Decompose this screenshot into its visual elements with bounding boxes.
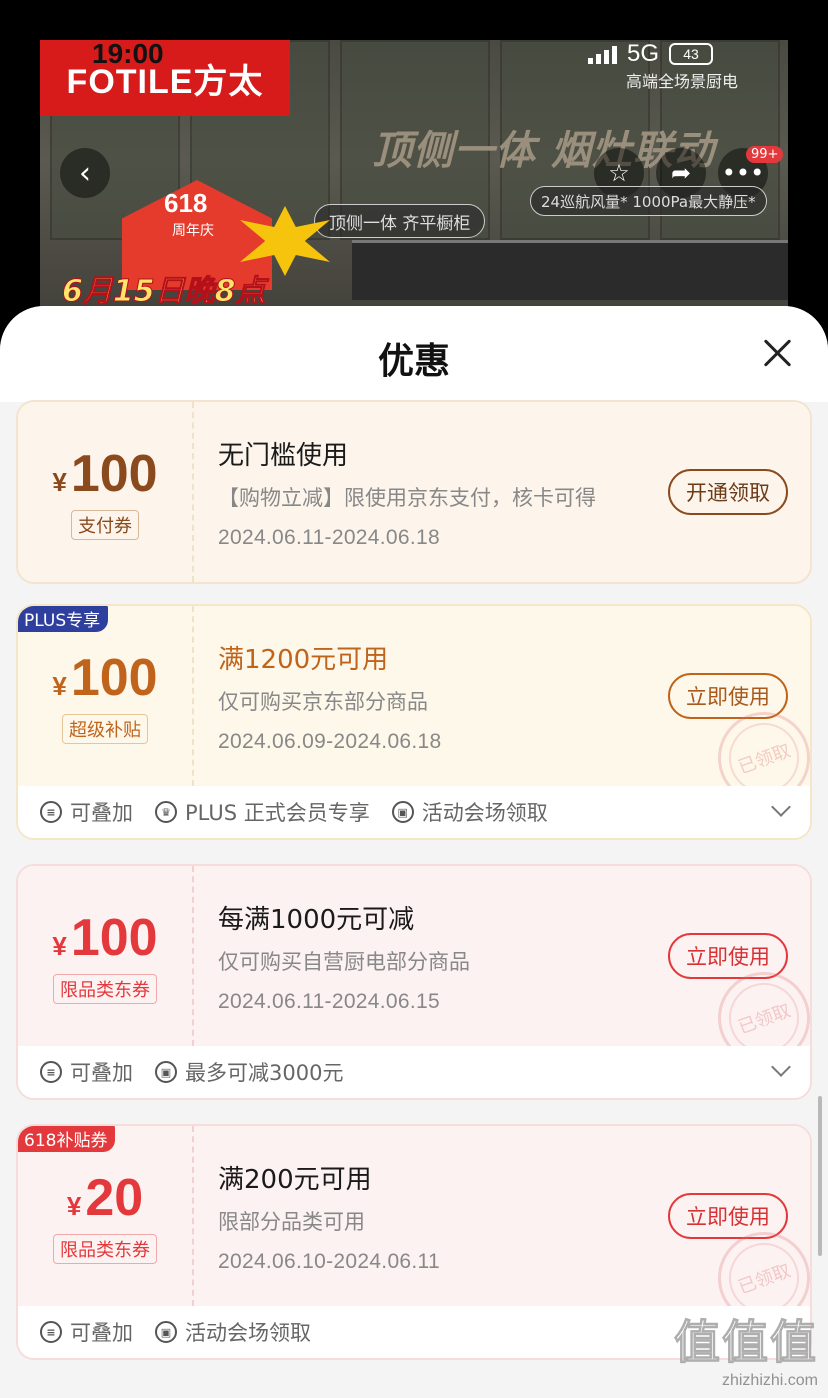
currency-symbol: ¥ <box>52 671 67 701</box>
coupon-footer[interactable]: ≡ 可叠加 ♛ PLUS 正式会员专享 ▣ 活动会场领取 <box>18 786 810 838</box>
product-hero: FOTILE方太 19:00 5G 43 高端全场景厨电 顶侧一体 烟灶联动 ‹… <box>0 0 828 340</box>
watermark-url: zhizhizhi.com <box>721 1372 818 1389</box>
chevron-down-icon[interactable] <box>771 797 791 817</box>
footer-stackable: ≡ 可叠加 <box>40 1057 133 1087</box>
currency-symbol: ¥ <box>52 467 67 497</box>
coupon-condition: 满200元可用 <box>218 1164 372 1195</box>
coupon-type-tag: 限品类东券 <box>53 1234 157 1264</box>
sheet-header: 优惠 <box>0 306 828 402</box>
chevron-down-icon[interactable] <box>771 1057 791 1077</box>
coupon-card: ¥ 100 超级补贴 满1200元可用 仅可购买京东部分商品 2024.06.0… <box>16 604 812 840</box>
open-claim-button[interactable]: 开通领取 <box>668 469 788 515</box>
ticket-icon: ▣ <box>155 1321 177 1343</box>
coupon-condition: 无门槛使用 <box>218 440 349 471</box>
promo-618-label: 618 <box>164 188 208 218</box>
stack-icon: ≡ <box>40 801 62 823</box>
currency-symbol: ¥ <box>66 1191 82 1221</box>
coupon-info: 满1200元可用 仅可购买京东部分商品 2024.06.09-2024.06.1… <box>218 606 658 786</box>
footer-text: 活动会场领取 <box>421 801 548 825</box>
footer-stackable: ≡ 可叠加 <box>40 1317 133 1347</box>
battery-icon: 43 <box>669 43 714 65</box>
plus-exclusive-badge: PLUS专享 <box>18 606 109 632</box>
footer-text: PLUS 正式会员专享 <box>185 801 370 825</box>
coupon-type-tag: 支付券 <box>71 510 139 540</box>
footer-plus-member: ♛ PLUS 正式会员专享 <box>155 797 370 827</box>
site-watermark: 值值值 zhizhizhi.com <box>674 1306 819 1390</box>
coupon-amount-area: ¥ 100 支付券 <box>18 402 194 582</box>
star-icon: ☆ <box>608 159 630 187</box>
share-icon: ➦ <box>670 159 692 187</box>
coupon-type-tag: 限品类东券 <box>53 974 157 1004</box>
footer-text: 可叠加 <box>70 1321 133 1345</box>
coupon-amount: ¥ 100 <box>52 648 157 708</box>
brand-tagline: 高端全场景厨电 <box>626 72 739 91</box>
coupon-info: 满200元可用 限部分品类可用 2024.06.10-2024.06.11 <box>218 1126 658 1306</box>
currency-symbol: ¥ <box>52 931 67 961</box>
status-time: 19:00 <box>92 38 164 69</box>
coupon-condition: 每满1000元可减 <box>218 904 415 935</box>
watermark-logo: 值值值 <box>674 1315 818 1370</box>
footer-venue: ▣ 活动会场领取 <box>155 1317 311 1347</box>
status-indicators: 5G 43 <box>588 40 714 68</box>
ticket-icon: ▣ <box>155 1061 177 1083</box>
footer-text: 最多可减3000元 <box>185 1061 344 1085</box>
network-type: 5G <box>627 40 660 67</box>
coupon-description: 限部分品类可用 <box>218 1209 365 1234</box>
coupon-card: ¥ 100 支付券 无门槛使用 【购物立减】限使用京东支付，核卡可得 2024.… <box>16 400 812 584</box>
coupon-amount: ¥ 20 <box>67 1168 143 1228</box>
coupon-info: 无门槛使用 【购物立减】限使用京东支付，核卡可得 2024.06.11-2024… <box>218 402 658 582</box>
brand-logo: FOTILE方太 <box>40 40 290 116</box>
coupon-validity: 2024.06.11-2024.06.18 <box>218 525 440 549</box>
coupon-type-tag: 超级补贴 <box>62 714 148 744</box>
promo-618-banner: 618 周年庆 6月15日晚8点 <box>40 180 330 320</box>
footer-venue: ▣ 活动会场领取 <box>391 797 548 827</box>
promo-date: 6月15日晚8点 <box>62 274 266 310</box>
footer-text: 可叠加 <box>70 1061 133 1085</box>
footer-text: 可叠加 <box>70 801 133 825</box>
coupon-body: ¥ 20 限品类东券 满200元可用 限部分品类可用 2024.06.10-20… <box>18 1126 810 1337</box>
coupon-condition: 满1200元可用 <box>218 644 389 675</box>
notification-badge: 99+ <box>746 146 784 163</box>
sheet-title: 优惠 <box>377 341 450 382</box>
scrollbar[interactable] <box>818 1096 822 1256</box>
more-icon: ••• <box>721 159 765 187</box>
coupon-footer[interactable]: ≡ 可叠加 ▣ 最多可减3000元 <box>18 1046 810 1098</box>
footer-text: 活动会场领取 <box>185 1321 311 1345</box>
coupon-amount-area: ¥ 20 限品类东券 <box>18 1126 194 1306</box>
coupon-validity: 2024.06.10-2024.06.11 <box>218 1249 440 1273</box>
coupon-description: 仅可购买自营厨电部分商品 <box>218 949 470 974</box>
coupon-validity: 2024.06.11-2024.06.15 <box>218 989 440 1013</box>
footer-max-discount: ▣ 最多可减3000元 <box>155 1057 343 1087</box>
footer-stackable: ≡ 可叠加 <box>40 797 133 827</box>
close-button[interactable] <box>762 338 792 368</box>
coupon-amount-area: ¥ 100 限品类东券 <box>18 866 194 1046</box>
ticket-icon: ▣ <box>391 801 414 823</box>
coupon-description: 【购物立减】限使用京东支付，核卡可得 <box>218 485 596 510</box>
subsidy-618-badge: 618补贴券 <box>18 1126 116 1152</box>
amount-value: 100 <box>70 649 158 707</box>
discount-sheet: 优惠 ¥ 100 支付券 无门槛使用 【购物立减】限使用京东支付，核卡可得 20… <box>0 306 828 1398</box>
coupon-body: ¥ 100 支付券 无门槛使用 【购物立减】限使用京东支付，核卡可得 2024.… <box>18 402 810 582</box>
amount-value: 20 <box>85 1169 144 1227</box>
signal-icon <box>588 44 617 64</box>
coupon-amount: ¥ 100 <box>52 444 157 504</box>
amount-value: 100 <box>70 445 158 503</box>
crown-icon: ♛ <box>155 801 177 823</box>
coupon-body: ¥ 100 超级补贴 满1200元可用 仅可购买京东部分商品 2024.06.0… <box>18 606 810 817</box>
coupon-validity: 2024.06.09-2024.06.18 <box>218 729 442 753</box>
coupon-info: 每满1000元可减 仅可购买自营厨电部分商品 2024.06.11-2024.0… <box>218 866 658 1046</box>
amount-value: 100 <box>70 909 158 967</box>
stack-icon: ≡ <box>40 1321 62 1343</box>
coupon-description: 仅可购买京东部分商品 <box>218 689 428 714</box>
coupon-amount-area: ¥ 100 超级补贴 <box>18 606 194 786</box>
coupon-body: ¥ 100 限品类东券 每满1000元可减 仅可购买自营厨电部分商品 2024.… <box>18 866 810 1077</box>
feature-tag-flush: 顶侧一体 齐平橱柜 <box>314 204 486 238</box>
feature-tag-airflow: 24巡航风量* 1000Pa最大静压* <box>530 186 767 216</box>
promo-anniversary-label: 周年庆 <box>172 223 214 239</box>
coupon-card: ¥ 100 限品类东券 每满1000元可减 仅可购买自营厨电部分商品 2024.… <box>16 864 812 1100</box>
stack-icon: ≡ <box>40 1061 62 1083</box>
coupon-amount: ¥ 100 <box>52 908 157 968</box>
